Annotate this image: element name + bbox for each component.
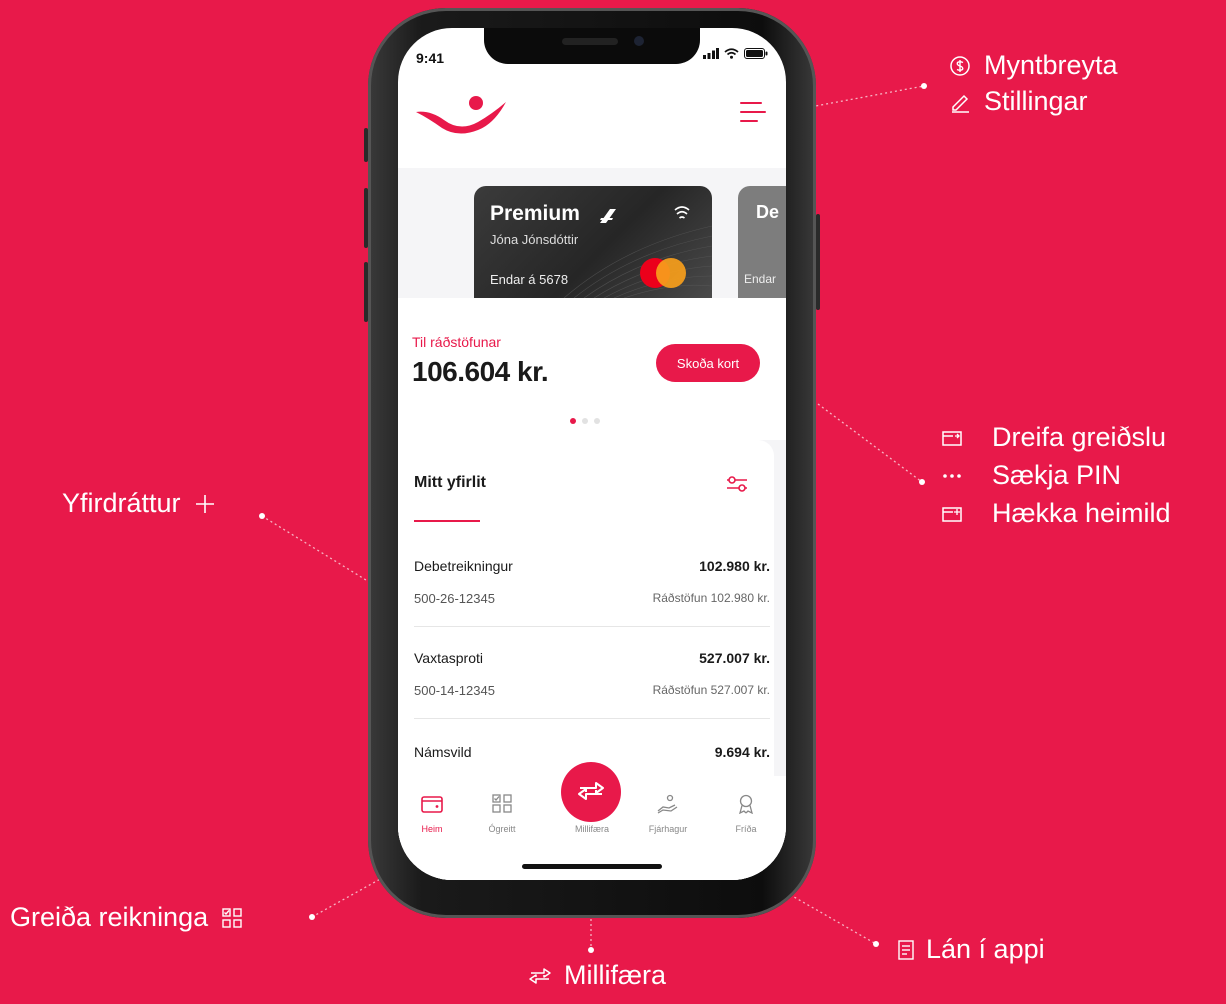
callout-currency: Myntbreyta [948,52,1118,79]
increase-limit-icon [940,502,964,526]
callout-label: Greiða reikninga [10,902,209,932]
callout-label: Stillingar [984,86,1088,116]
callout-loan: Lán í appi [894,936,1045,963]
account-number: 500-26-12345 [414,591,495,606]
nav-label: Heim [421,824,443,834]
card-holder: Jóna Jónsdóttir [490,232,579,247]
dots-icon [940,464,964,488]
phone-power-button [816,214,820,310]
callout-pay-bills: Greiða reikninga [10,904,244,931]
currency-icon [948,54,972,78]
transfer-arrows-icon [528,964,552,988]
account-amount: 102.980 kr. [699,558,770,574]
account-row-debetreikningur[interactable]: Debetreikningur 102.980 kr. 500-26-12345… [414,558,770,650]
pencil-icon [948,90,972,114]
callout-label: Dreifa greiðslu [992,422,1167,452]
account-amount: 527.007 kr. [699,650,770,666]
status-icons [703,48,768,59]
account-name: Námsvild [414,744,472,760]
phone-side-button [364,128,368,162]
document-icon [894,938,918,962]
phone-screen: 9:41 Premium Jóna Jónsdóttir Endar á 567… [398,28,786,880]
account-name: Debetreikningur [414,558,513,574]
carousel-dot[interactable] [582,418,588,424]
brand-logo [416,96,506,134]
account-amount: 9.694 kr. [714,744,770,760]
nav-item-ogreitt[interactable]: Ógreitt [472,794,532,834]
battery-icon [744,48,768,59]
card-name: De [756,202,780,222]
split-payment-icon [940,426,964,450]
callout-label: Myntbreyta [984,50,1118,80]
wallet-icon [421,796,443,813]
nav-item-frida[interactable]: Fríða [716,794,776,834]
wifi-icon [724,48,739,59]
nav-label: Ógreitt [488,824,516,834]
nav-label: Fríða [735,824,757,834]
front-camera [634,36,644,46]
transfer-fab[interactable] [561,762,621,822]
filter-icon[interactable] [726,474,748,494]
bills-grid-icon [492,794,512,813]
account-disposable: Ráðstöfun 527.007 kr. [652,683,770,697]
carousel-dot[interactable] [594,418,600,424]
view-card-button[interactable]: Skoða kort [656,344,760,382]
menu-button[interactable] [740,102,766,126]
mastercard-logo [640,258,686,288]
card-ending: Endar á 5678 [490,272,569,287]
card-name: Premium [490,202,580,225]
bills-grid-icon [220,906,244,930]
callout-increase-limit: Hækka heimild [940,500,1171,527]
airline-icon [600,209,616,223]
card-ending: Endar [744,272,777,286]
card-premium[interactable]: Premium Jóna Jónsdóttir Endar á 5678 [474,186,712,298]
account-disposable: Ráðstöfun 102.980 kr. [652,591,770,605]
overview-tab-indicator [414,520,480,522]
balance-amount: 106.604 kr. [412,356,549,387]
callout-label: Sækja PIN [992,460,1122,490]
overview-title: Mitt yfirlit [414,474,486,491]
cards-carousel[interactable]: Premium Jóna Jónsdóttir Endar á 5678 De … [398,168,786,298]
nav-label: Fjárhagur [648,824,688,834]
phone-volume-up [364,188,368,248]
callout-label: Millifæra [564,960,667,990]
badge-icon [739,794,753,815]
callout-transfer: Millifæra [528,962,666,989]
callout-settings: Stillingar [948,88,1088,115]
carousel-dots[interactable] [570,418,600,424]
callout-label: Yfirdráttur [62,488,181,518]
home-indicator [522,864,662,869]
earpiece [562,38,618,45]
balance-label: Til ráðstöfunar [412,334,501,350]
nav-label: Millifæra [574,824,609,834]
callout-label: Lán í appi [926,934,1045,964]
callout-overdraft: Yfirdráttur [62,490,217,517]
carousel-dot[interactable] [570,418,576,424]
nav-item-heim[interactable]: Heim [402,794,462,834]
nav-item-fjarhagur[interactable]: Fjárhagur [638,794,698,834]
phone-notch [484,28,700,64]
hand-coin-icon [657,794,678,814]
row-divider [414,718,770,719]
row-divider [414,626,770,627]
transfer-arrows-icon [578,781,604,800]
plus-icon [193,492,217,516]
signal-icon [703,48,719,59]
card-debet[interactable]: De Endar [738,186,786,298]
balance-section: Til ráðstöfunar 106.604 kr. Skoða kort [398,298,786,448]
phone-volume-down [364,262,368,322]
account-name: Vaxtasproti [414,650,483,666]
callout-get-pin: Sækja PIN [940,462,1121,489]
contactless-icon [674,206,690,219]
callout-label: Hækka heimild [992,498,1171,528]
status-time: 9:41 [416,50,445,66]
account-row-vaxtasproti[interactable]: Vaxtasproti 527.007 kr. 500-14-12345 Ráð… [414,650,770,742]
account-number: 500-14-12345 [414,683,495,698]
callout-split-payment: Dreifa greiðslu [940,424,1166,451]
